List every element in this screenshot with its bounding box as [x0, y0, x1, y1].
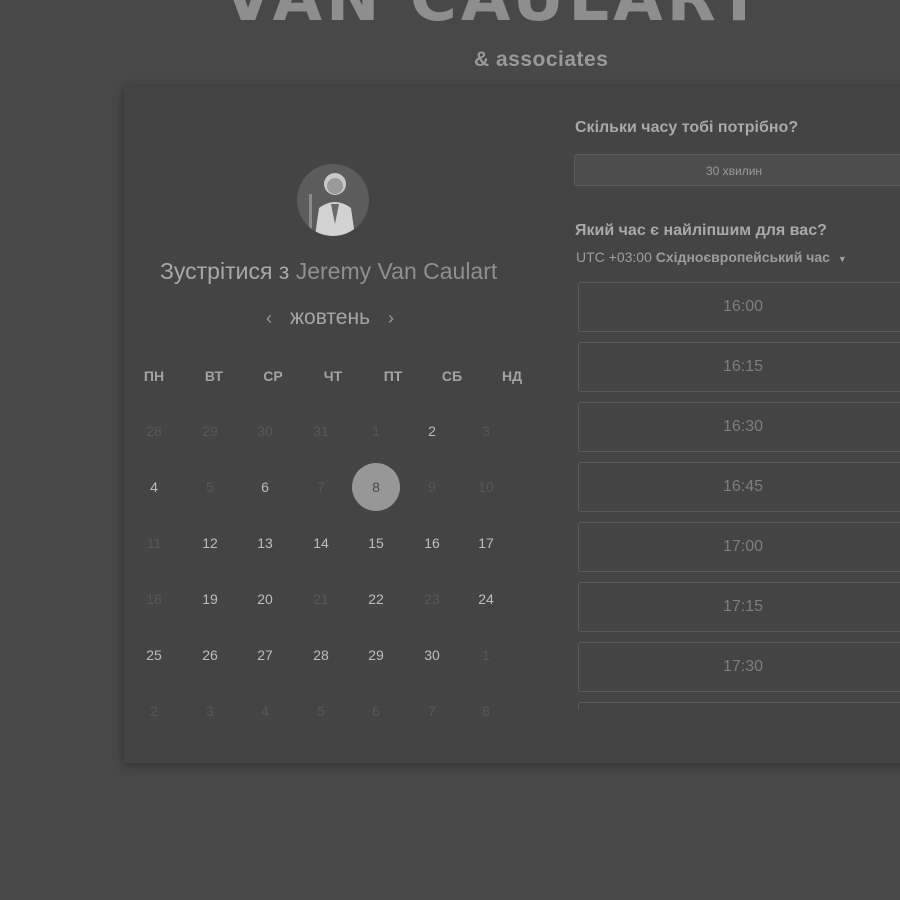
month-navigation: ‹ жовтень › — [262, 306, 402, 336]
calendar-day: 7 — [428, 703, 436, 719]
current-month: жовтень — [290, 306, 371, 329]
calendar-day[interactable]: 25 — [134, 645, 174, 665]
meeting-title: Зустрітися з Jeremy Van Caulart — [160, 258, 497, 285]
duration-question: Скільки часу тобі потрібно? — [575, 119, 799, 136]
calendar-day[interactable]: 20 — [245, 589, 285, 609]
time-slot-button[interactable]: 16:30 — [578, 402, 900, 452]
calendar-day: 29 — [202, 423, 218, 439]
time-slot-button[interactable]: 16:45 — [578, 462, 900, 512]
time-slot-button[interactable]: 17:30 — [578, 642, 900, 692]
calendar-day[interactable]: 27 — [245, 645, 285, 665]
chevron-left-icon[interactable]: ‹ — [266, 308, 272, 329]
calendar-day: 23 — [424, 591, 440, 607]
timezone-select[interactable]: UTC +03:00 Східноєвропейський час ▼ — [576, 249, 847, 265]
calendar-day: 5 — [206, 479, 214, 495]
calendar-day: 5 — [317, 703, 325, 719]
calendar-day[interactable]: 6 — [245, 477, 285, 497]
calendar-day: 31 — [313, 423, 329, 439]
avatar — [297, 164, 369, 236]
calendar-day[interactable]: 12 — [190, 533, 230, 553]
weekday-label: ВТ — [204, 368, 224, 384]
calendar-day[interactable]: 15 — [356, 533, 396, 553]
weekday-label: СБ — [441, 368, 463, 384]
weekday-label: ЧТ — [323, 368, 343, 384]
time-slot-list: 16:00 16:15 16:30 16:45 17:00 17:15 17:30 — [578, 282, 900, 710]
calendar-day: 3 — [482, 423, 490, 439]
calendar-day[interactable]: 16 — [412, 533, 452, 553]
calendar-day[interactable]: 29 — [356, 645, 396, 665]
calendar-day[interactable]: 2 — [412, 421, 452, 441]
time-slot-button[interactable] — [578, 702, 900, 710]
timezone-name: Східноєвропейський час — [655, 249, 830, 265]
time-slot-button[interactable]: 16:00 — [578, 282, 900, 332]
time-slot-button[interactable]: 16:15 — [578, 342, 900, 392]
calendar-day[interactable]: 14 — [301, 533, 341, 553]
calendar-day: 7 — [317, 479, 325, 495]
calendar-day: 6 — [372, 703, 380, 719]
calendar-day[interactable]: 24 — [466, 589, 506, 609]
calendar-day: 1 — [372, 423, 380, 439]
time-slot-button[interactable]: 17:15 — [578, 582, 900, 632]
calendar-day: 11 — [146, 535, 162, 551]
calendar-day: 2 — [150, 703, 158, 719]
time-slot-button[interactable]: 17:00 — [578, 522, 900, 572]
calendar-day[interactable]: 22 — [356, 589, 396, 609]
weekday-label: НД — [501, 368, 523, 384]
calendar-day: 1 — [482, 647, 490, 663]
weekday-label: ПН — [143, 368, 165, 384]
calendar-day: 9 — [428, 479, 436, 495]
caret-down-icon: ▼ — [837, 254, 847, 264]
calendar-day[interactable]: 17 — [466, 533, 506, 553]
calendar-day[interactable]: 26 — [190, 645, 230, 665]
calendar-day[interactable]: 30 — [412, 645, 452, 665]
calendar-day[interactable]: 13 — [245, 533, 285, 553]
brand-logo-tagline: & associates — [474, 48, 609, 71]
brand-logo-title: VAN CAULART — [0, 0, 900, 36]
calendar-day[interactable]: 19 — [190, 589, 230, 609]
host-name: Jeremy Van Caulart — [295, 258, 498, 284]
calendar-day: 3 — [206, 703, 214, 719]
calendar-day: 4 — [261, 703, 269, 719]
meeting-title-prefix: Зустрітися з — [160, 258, 290, 284]
weekday-label: ПТ — [383, 368, 403, 384]
calendar-day: 18 — [146, 591, 162, 607]
time-question: Який час є найліпшим для вас? — [575, 222, 827, 239]
duration-select[interactable]: 30 хвилин — [574, 154, 900, 186]
calendar-day[interactable]: 28 — [301, 645, 341, 665]
host-photo — [297, 164, 369, 236]
weekday-label: СР — [263, 368, 283, 384]
calendar-day-selected[interactable]: 8 — [352, 463, 400, 511]
calendar-day: 10 — [478, 479, 494, 495]
timezone-offset: UTC +03:00 — [576, 249, 652, 265]
calendar-day: 8 — [482, 703, 490, 719]
calendar-day: 30 — [257, 423, 273, 439]
calendar-day: 21 — [313, 591, 329, 607]
chevron-right-icon[interactable]: › — [388, 308, 394, 329]
calendar-day[interactable]: 4 — [134, 477, 174, 497]
calendar-day: 28 — [146, 423, 162, 439]
